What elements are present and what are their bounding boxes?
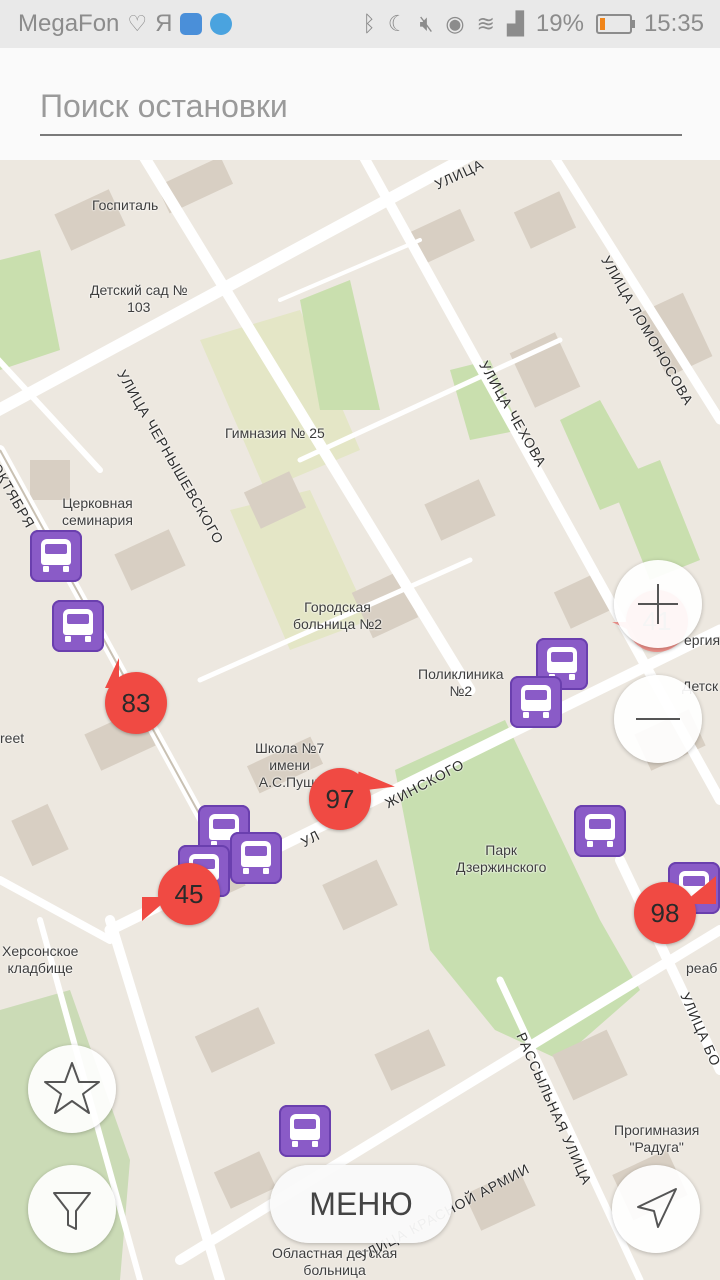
zoom-out-button[interactable] — [614, 675, 702, 763]
filter-icon — [53, 1192, 91, 1230]
place-street-fragment: reet — [0, 730, 25, 746]
bus-stop-icon[interactable] — [510, 676, 562, 728]
bluetooth-icon: ᛒ — [362, 11, 376, 36]
minus-icon — [636, 718, 680, 720]
vehicle-route-number: 98 — [650, 898, 680, 928]
yandex-label: Я — [155, 10, 173, 37]
bus-stop-icon[interactable] — [230, 832, 282, 884]
bus-stop-icon[interactable] — [279, 1105, 331, 1157]
favorites-button[interactable] — [28, 1045, 116, 1133]
wifi-icon: ≋ — [476, 11, 495, 36]
locate-button[interactable] — [612, 1165, 700, 1253]
place-polyclinic: Поликлиника №2 — [418, 666, 504, 699]
shield-icon — [180, 13, 203, 35]
menu-button[interactable]: МЕНЮ — [270, 1165, 452, 1243]
signal-icon: ▟ — [506, 11, 524, 36]
battery-icon — [595, 14, 635, 34]
map-view[interactable]: Госпиталь Детский сад № 103 Гимназия № 2… — [0, 160, 720, 1280]
q-icon — [210, 13, 233, 35]
moon-icon: ☾ — [387, 11, 408, 36]
navigation-arrow-icon — [637, 1188, 677, 1228]
bus-stop-icon[interactable] — [52, 600, 104, 652]
filter-button[interactable] — [28, 1165, 116, 1253]
place-park: Парк Дзержинского — [456, 842, 547, 875]
zoom-in-button[interactable] — [614, 560, 702, 648]
place-cemetery: Херсонское кладбище — [2, 943, 79, 976]
carrier-name: MegaFon — [18, 10, 120, 37]
vehicle-marker-83[interactable]: 83 — [105, 658, 167, 734]
battery-percent: 19% — [535, 10, 584, 37]
search-input[interactable] — [40, 78, 682, 136]
eye-icon: ◉ — [445, 11, 465, 36]
place-kindergarten: Детский сад № 103 — [90, 282, 188, 315]
bus-stop-icon[interactable] — [574, 805, 626, 857]
search-bar — [0, 48, 720, 160]
clock: 15:35 — [643, 10, 704, 37]
vehicle-marker-97[interactable]: 97 — [309, 768, 397, 830]
status-bar: MegaFon ♡ Я ᛒ ☾ 🔇︎ ◉ ≋ ▟ 19% 15:35 — [0, 0, 720, 48]
vehicle-marker-98[interactable]: 98 — [634, 876, 716, 944]
vehicle-route-number: 97 — [325, 784, 355, 814]
place-city-hospital: Городская больница №2 — [293, 599, 383, 632]
plus-icon — [638, 584, 678, 624]
place-right-fragment-3: реаб — [686, 960, 718, 976]
vehicle-route-number: 83 — [121, 688, 151, 718]
place-gymnasium: Гимназия № 25 — [225, 425, 325, 441]
place-seminary: Церковная семинария — [62, 495, 133, 528]
place-progymnasium: Прогимназия "Радуга" — [614, 1122, 700, 1155]
place-hospital: Госпиталь — [92, 197, 159, 213]
vehicle-route-number: 45 — [174, 879, 204, 909]
bus-stop-icon[interactable] — [30, 530, 82, 582]
mute-icon: 🔇︎ — [419, 11, 434, 36]
heart-pulse-icon: ♡ — [127, 11, 148, 36]
vehicle-marker-45[interactable]: 45 — [142, 863, 220, 925]
star-icon — [44, 1062, 100, 1114]
